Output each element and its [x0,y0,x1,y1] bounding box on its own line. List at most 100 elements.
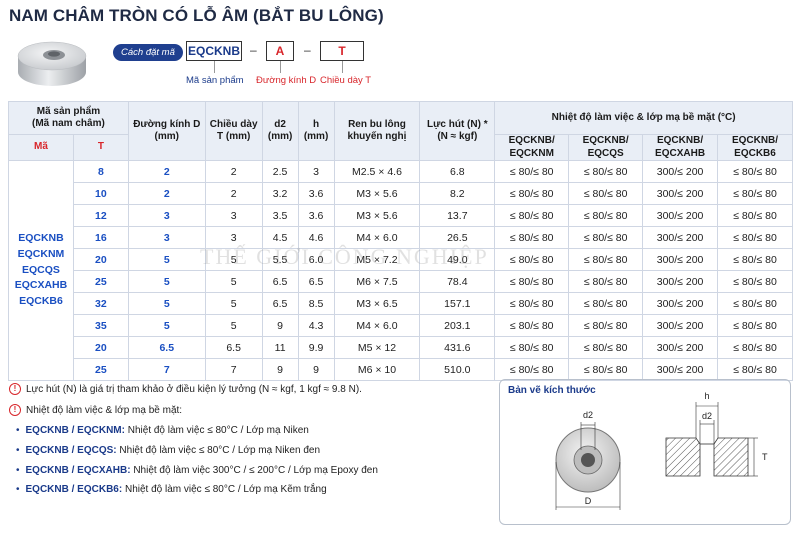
label-h: h [704,391,709,401]
cell-d: 5 [127,248,206,271]
bullet-item: • EQCKNB / EQCKNM: Nhiệt độ làm việc ≤ 80… [16,425,309,436]
cell-c2: ≤ 80/≤ 80 [568,336,644,359]
cell-bolt: M3 × 6.5 [333,292,421,315]
cell-d: 3 [127,226,206,249]
cell-h: 8.5 [297,292,335,315]
cell-force: 157.1 [419,292,496,315]
cell-c3: 300/≤ 200 [642,182,719,205]
table-row: 12 3 3 3.5 3.6 M3 × 5.6 13.7 ≤ 80/≤ 80 ≤ 80/≤ 80… [9,204,793,227]
table-row: 25 5 5 6.5 6.5 M6 × 7.5 78.4 ≤ 80/≤ 80 ≤ 80/≤ 80… [9,270,793,293]
cell-h: 6.0 [297,248,335,271]
cell-force: 431.6 [419,336,496,359]
product-code: EQCKB6 [19,295,63,308]
warning-icon: ! [9,404,21,416]
label-d2: d2 [583,410,593,420]
header-diameter: Đường kính D (mm) [127,101,206,161]
cell-bolt: M5 × 12 [333,336,421,359]
product-code: EQCXAHB [14,279,68,292]
product-code: EQCQS [22,263,60,276]
product-code: EQCKNM [17,247,65,260]
dimension-drawing: Bản vẽ kích thước d2 D h d2 T [499,379,791,525]
cell-thick: 2 [204,160,263,183]
cell-d: 5 [127,292,206,315]
code-diameter: A [266,41,294,61]
bullet-item: • EQCKNB / EQCKB6: Nhiệt độ làm việc ≤ 80… [16,484,327,495]
cell-c4: ≤ 80/≤ 80 [717,270,793,293]
cell-c4: ≤ 80/≤ 80 [717,248,793,271]
spec-table: Mã sản phẩm (Mã nam châm) Đường kính D (mm… [8,101,793,381]
code-connector [280,61,281,73]
cell-c2: ≤ 80/≤ 80 [568,182,644,205]
product-code: EQCKNB [18,232,64,245]
cell-bolt: M4 × 6.0 [333,226,421,249]
cell-c1: ≤ 80/≤ 80 [494,226,570,249]
cell-force: 203.1 [419,314,496,337]
cell-force: 6.8 [419,160,496,183]
cell-thick: 5 [204,248,263,271]
label-D: D [585,496,592,506]
cell-c3: 300/≤ 200 [642,204,719,227]
cell-t: 25 [72,358,129,381]
cell-c1: ≤ 80/≤ 80 [494,248,570,271]
table-row: 35 5 5 9 4.3 M4 × 6.0 203.1 ≤ 80/≤ 80 ≤ 80/≤ 80 3… [9,314,793,337]
cell-h: 9.9 [297,336,335,359]
warning-icon: ! [9,383,21,395]
code-connector [342,61,343,73]
table-row: 20 5 5 5.5 6.0 M5 × 7.2 49.0 ≤ 80/≤ 80 ≤ 80/≤ 80… [9,248,793,271]
code-dash: – [304,43,311,57]
header-d2: d2 (mm) [261,101,299,161]
code-caption-diameter: Đường kính D [256,75,317,86]
cell-t: 20 [72,336,129,359]
cell-thick: 3 [204,226,263,249]
bullet-item: • EQCKNB / EQCXAHB: Nhiệt độ làm việc 300… [16,465,378,476]
note-force: ! Lực hút (N) là giá trị tham khảo ở điề… [9,383,362,395]
cell-t: 8 [72,160,129,183]
cell-bolt: M5 × 7.2 [333,248,421,271]
page-title: NAM CHÂM TRÒN CÓ LỖ ÂM (BẮT BU LÔNG) [9,6,384,25]
cell-d: 5 [127,314,206,337]
cell-c2: ≤ 80/≤ 80 [568,292,644,315]
cell-d2: 6.5 [261,270,299,293]
cell-c4: ≤ 80/≤ 80 [717,292,793,315]
cell-c2: ≤ 80/≤ 80 [568,248,644,271]
header-h: h (mm) [297,101,335,161]
cell-c4: ≤ 80/≤ 80 [717,226,793,249]
note-temperature: ! Nhiệt độ làm việc & lớp mạ bề mặt: [9,404,182,416]
cell-c2: ≤ 80/≤ 80 [568,314,644,337]
cell-c1: ≤ 80/≤ 80 [494,270,570,293]
table-row: 25 7 7 9 9 M6 × 10 510.0 ≤ 80/≤ 80 ≤ 80/≤ 80 300/… [9,358,793,381]
cell-c1: ≤ 80/≤ 80 [494,358,570,381]
cell-thick: 5 [204,292,263,315]
product-code-cell: EQCKNB EQCKNM EQCQS EQCXAHB EQCKB6 [8,160,74,381]
table-row: 20 6.5 6.5 11 9.9 M5 × 12 431.6 ≤ 80/≤ 80 ≤ 80/≤… [9,336,793,359]
cell-force: 510.0 [419,358,496,381]
header-thickness: Chiều dày T (mm) [204,101,263,161]
code-dash: – [250,43,257,57]
table-row: EQCKNB EQCKNM EQCQS EQCXAHB EQCKB6 8 2 2 2.5 3 M2.… [8,160,793,381]
header-force: Lực hút (N) * (N ≈ kgf) [419,101,496,161]
cell-d: 6.5 [127,336,206,359]
header-temp-col: EQCKNB/EQCQS [568,134,644,161]
cell-c1: ≤ 80/≤ 80 [494,182,570,205]
cell-thick: 7 [204,358,263,381]
cell-c3: 300/≤ 200 [642,248,719,271]
code-thickness: T [320,41,364,61]
cell-c3: 300/≤ 200 [642,270,719,293]
cell-c2: ≤ 80/≤ 80 [568,270,644,293]
label-T: T [762,452,768,462]
cell-c3: 300/≤ 200 [642,314,719,337]
cell-c2: ≤ 80/≤ 80 [568,226,644,249]
magnet-image [17,41,87,86]
cell-c3: 300/≤ 200 [642,226,719,249]
cell-h: 6.5 [297,270,335,293]
header-t: T [72,134,129,161]
cell-t: 25 [72,270,129,293]
cell-t: 35 [72,314,129,337]
cell-c3: 300/≤ 200 [642,160,719,183]
header-temp-col: EQCKNB/EQCKNM [494,134,570,161]
cell-d: 2 [127,160,206,183]
cell-h: 3.6 [297,182,335,205]
table-row: 10 2 2 3.2 3.6 M3 × 5.6 8.2 ≤ 80/≤ 80 ≤ 80/≤ 80 3… [9,182,793,205]
cell-bolt: M4 × 6.0 [333,314,421,337]
cell-d2: 2.5 [261,160,299,183]
